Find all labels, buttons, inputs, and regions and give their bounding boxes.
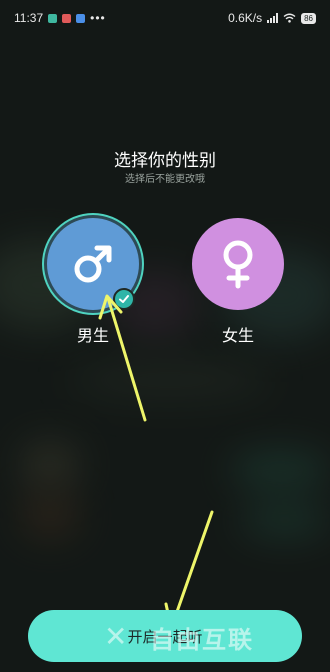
gender-option-male[interactable]: 男生 bbox=[45, 218, 141, 346]
watermark-logo-icon: ✕ bbox=[104, 620, 128, 653]
page-title: 选择你的性别 bbox=[114, 151, 216, 171]
male-avatar-circle[interactable] bbox=[47, 218, 139, 310]
gender-label-male: 男生 bbox=[76, 326, 109, 345]
net-speed: 0.6K/s bbox=[228, 11, 263, 25]
wifi-icon bbox=[283, 13, 296, 23]
more-notifications-icon: ••• bbox=[90, 11, 106, 25]
status-time: 11:37 bbox=[14, 11, 44, 25]
app-notification-icon bbox=[48, 13, 58, 23]
female-avatar-circle[interactable] bbox=[192, 218, 284, 310]
page-subtitle: 选择后不能更改哦 bbox=[125, 174, 205, 185]
selected-check-icon bbox=[113, 288, 135, 310]
status-bar: 11:37 ••• 0.6K/s 86 bbox=[0, 0, 330, 36]
male-symbol-icon bbox=[74, 245, 112, 283]
female-symbol-icon bbox=[223, 240, 253, 289]
watermark-text: 自由互联 bbox=[150, 626, 254, 654]
signal-icon bbox=[267, 13, 279, 23]
app-notification-icon bbox=[76, 13, 86, 23]
gender-option-female[interactable]: 女生 bbox=[190, 218, 286, 346]
battery-icon: 86 bbox=[301, 12, 316, 24]
gender-label-female: 女生 bbox=[221, 326, 254, 345]
app-notification-icon bbox=[62, 13, 72, 23]
